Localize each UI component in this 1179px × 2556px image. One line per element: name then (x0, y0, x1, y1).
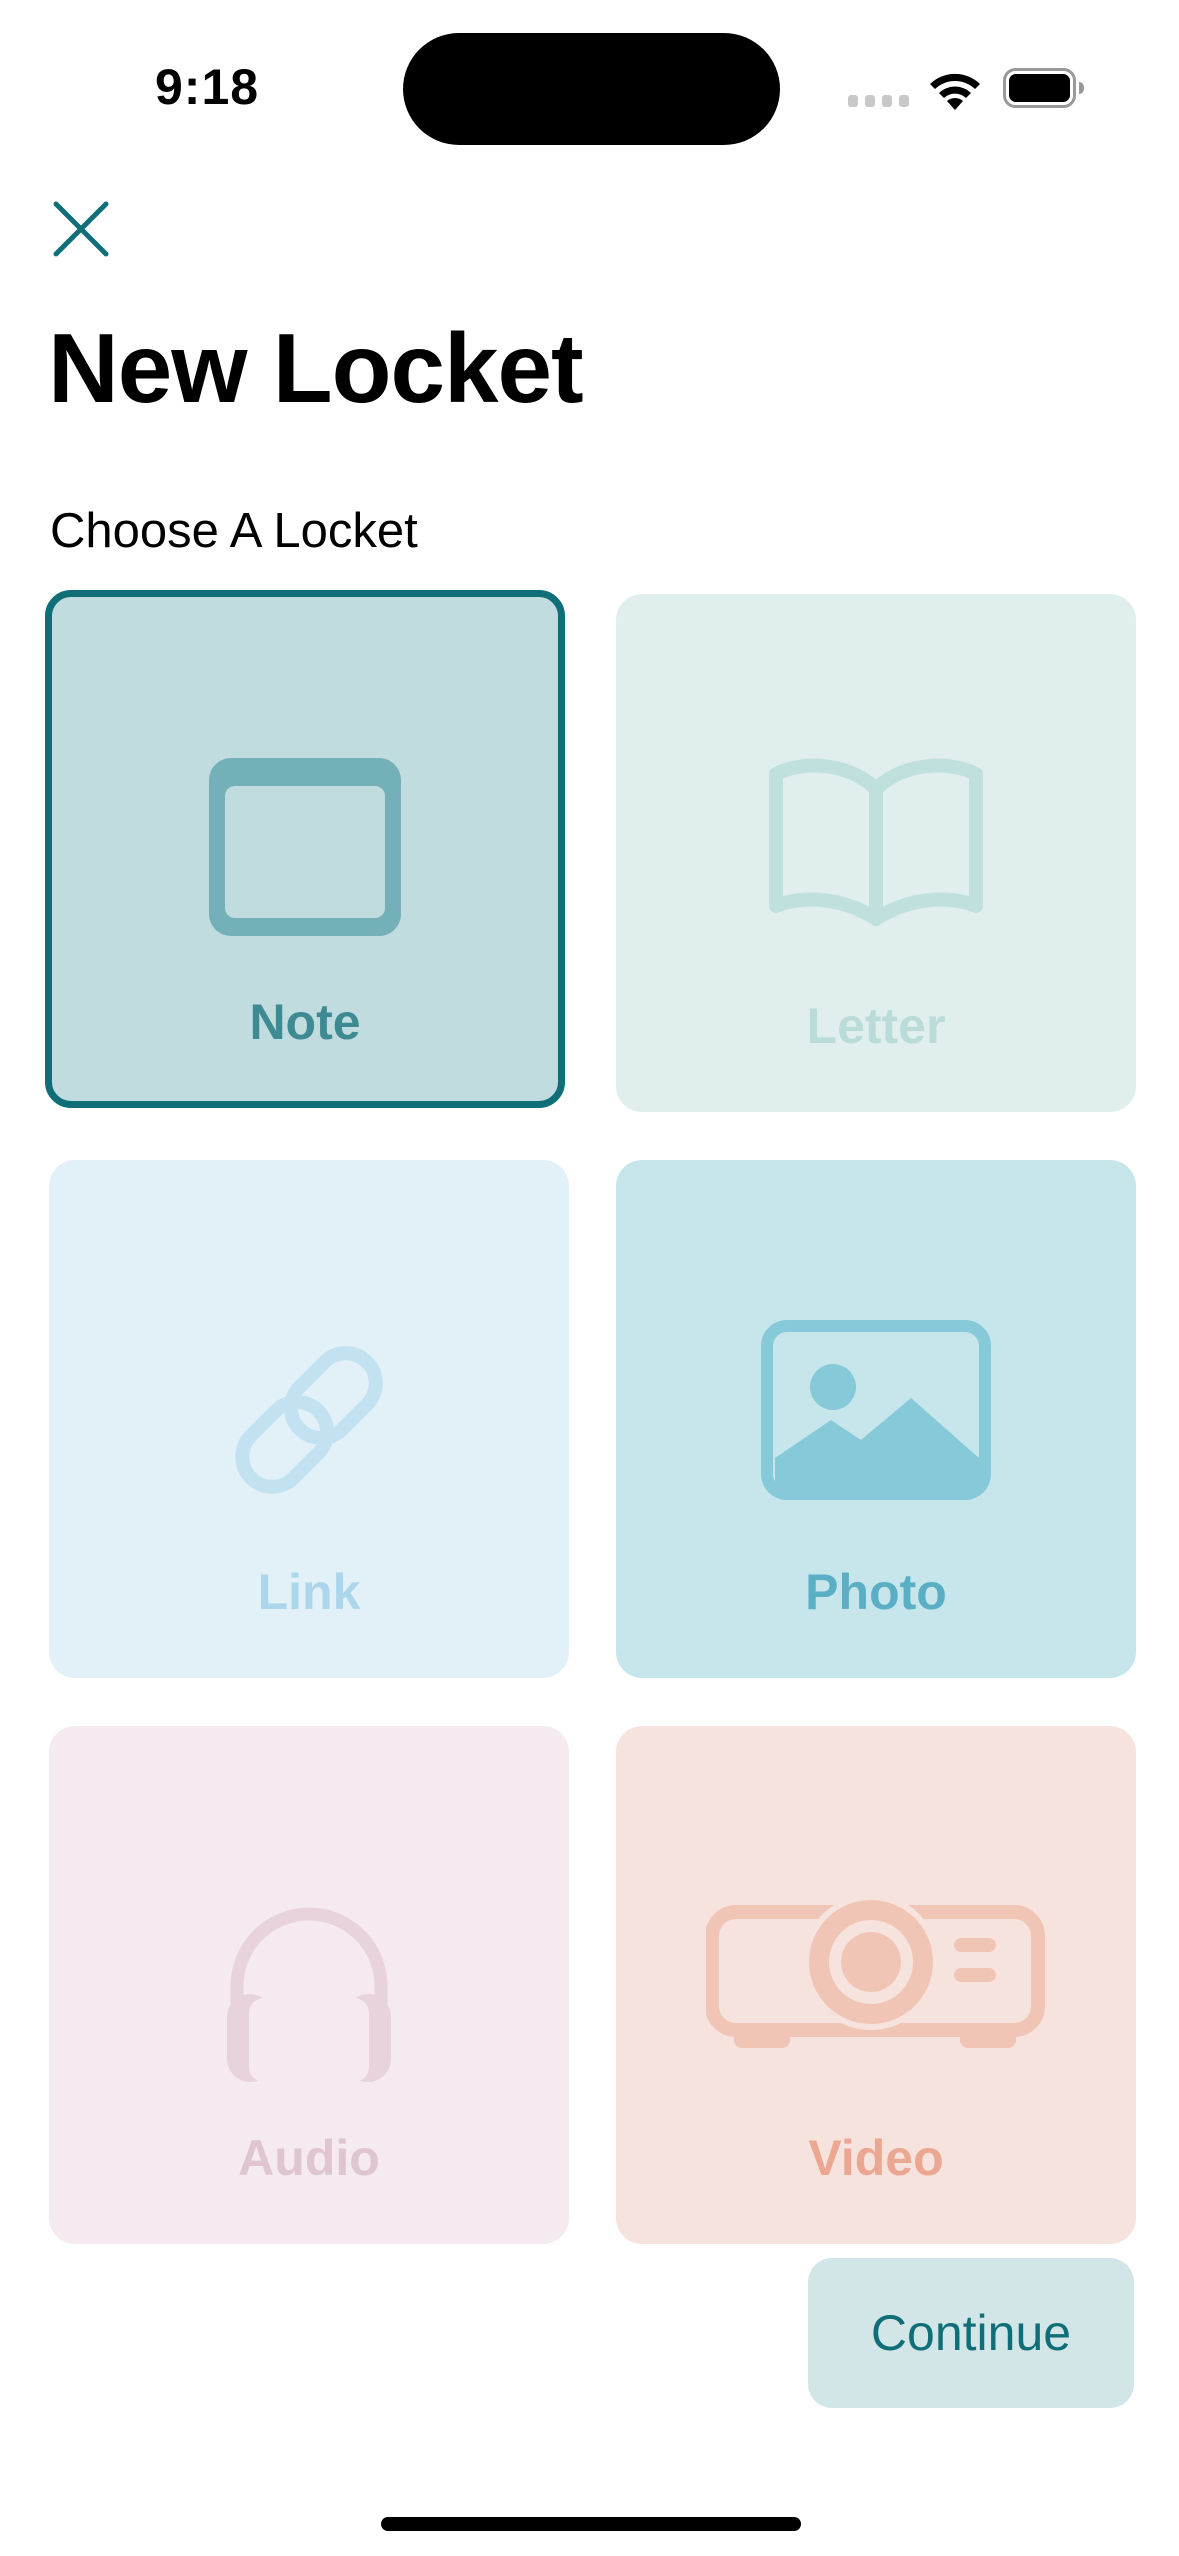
locket-option-note[interactable]: Note (45, 590, 565, 1108)
open-book-icon (769, 758, 983, 926)
locket-option-photo[interactable]: Photo (616, 1160, 1136, 1678)
page-title: New Locket (48, 313, 584, 423)
continue-button[interactable]: Continue (808, 2258, 1134, 2408)
battery-icon (1003, 68, 1084, 108)
locket-option-label: Video (808, 2130, 944, 2186)
cellular-signal-icon (848, 95, 909, 107)
locket-option-label: Audio (238, 2130, 380, 2186)
projector-icon (706, 1894, 1045, 2048)
locket-option-letter[interactable]: Letter (616, 594, 1136, 1112)
note-window-icon (209, 758, 401, 936)
status-time: 9:18 (155, 59, 260, 115)
dynamic-island (403, 33, 780, 145)
locket-option-label: Letter (806, 998, 946, 1054)
section-label: Choose A Locket (50, 504, 418, 558)
locket-option-video[interactable]: Video (616, 1726, 1136, 2244)
headphones-icon (227, 1907, 391, 2082)
locket-option-label: Photo (805, 1564, 947, 1620)
locket-option-link[interactable]: Link (49, 1160, 569, 1678)
home-indicator (381, 2517, 801, 2531)
locket-option-label: Link (257, 1564, 361, 1620)
locket-option-audio[interactable]: Audio (49, 1726, 569, 2244)
photo-icon (761, 1320, 991, 1500)
locket-option-label: Note (249, 994, 361, 1050)
close-icon[interactable] (52, 200, 110, 258)
wifi-icon (930, 73, 980, 110)
link-icon (235, 1346, 383, 1494)
